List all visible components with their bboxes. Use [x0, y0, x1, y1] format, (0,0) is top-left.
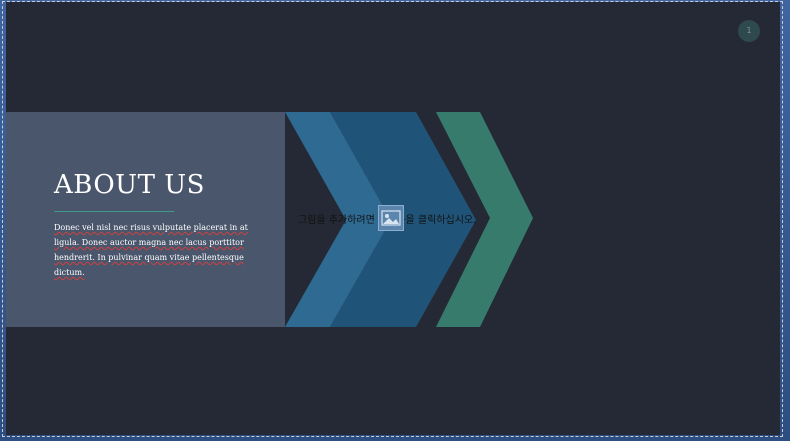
slide-title[interactable]: ABOUT US [54, 170, 205, 200]
slide-number-badge: 1 [738, 20, 760, 42]
picture-placeholder-icon[interactable] [378, 205, 404, 231]
slide-body-text[interactable]: Donec vel nisl nec risus vulputate place… [54, 220, 269, 280]
title-underline [54, 211, 174, 212]
slide[interactable]: 1 ABOUT US Donec vel nisl nec risus vulp… [6, 2, 780, 435]
